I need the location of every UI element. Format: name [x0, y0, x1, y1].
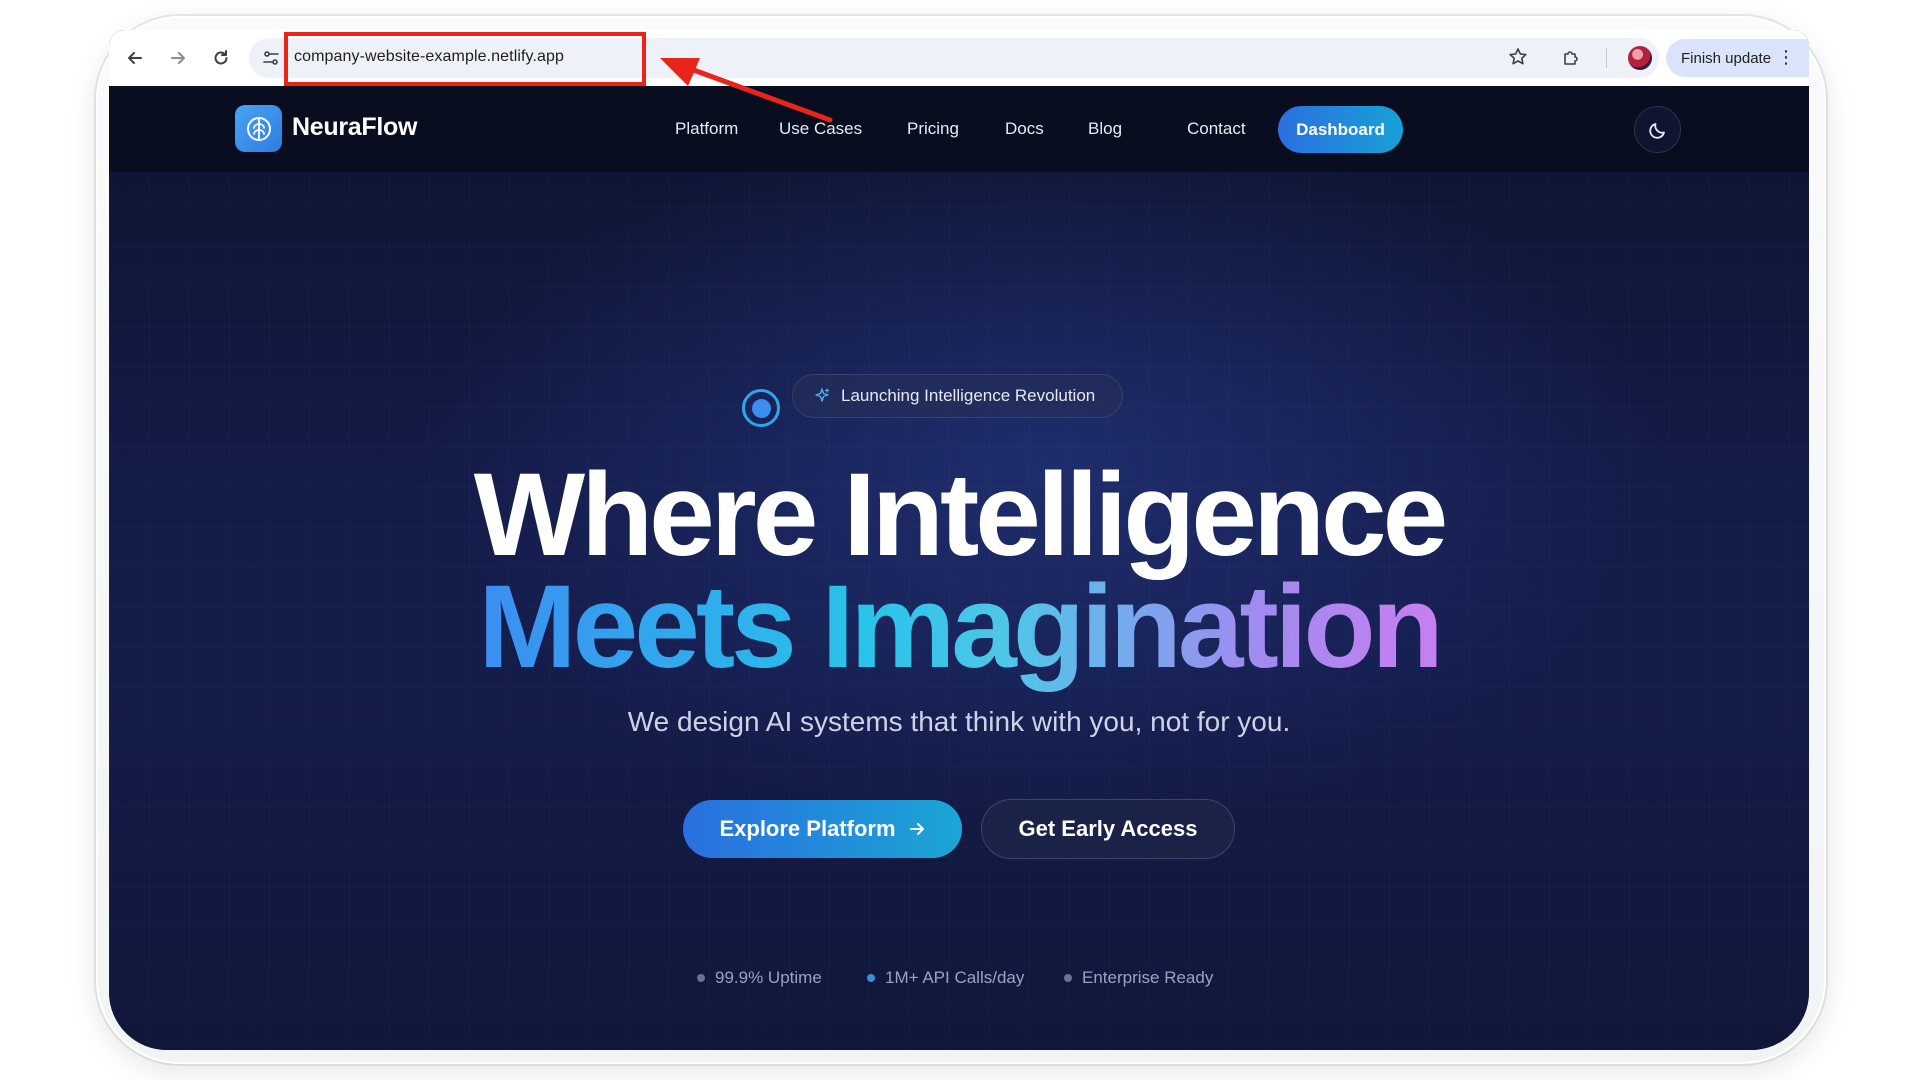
pulse-indicator-icon [742, 389, 780, 427]
badge-text: Launching Intelligence Revolution [841, 386, 1096, 405]
announcement-badge[interactable]: Launching Intelligence Revolution [792, 374, 1123, 418]
back-arrow-icon[interactable] [121, 44, 149, 72]
finish-update-button[interactable]: Finish update ⋮ [1666, 39, 1809, 77]
dashboard-button[interactable]: Dashboard [1278, 106, 1403, 153]
nav-item-platform[interactable]: Platform [675, 119, 738, 139]
reload-icon[interactable] [207, 44, 235, 72]
status-dot [867, 974, 875, 982]
stat-api-calls: 1M+ API Calls/day [867, 968, 1024, 988]
browser-toolbar: company-website-example.netlify.app Fini… [109, 30, 1809, 86]
stat-enterprise: Enterprise Ready [1064, 968, 1213, 988]
nav-item-docs[interactable]: Docs [1005, 119, 1044, 139]
stat-label: 1M+ API Calls/day [885, 968, 1025, 987]
brand-name[interactable]: NeuraFlow [292, 113, 417, 142]
explore-platform-button[interactable]: Explore Platform [683, 800, 962, 858]
headline-line-2: Meets Imagination [109, 568, 1809, 686]
star-icon[interactable] [1505, 44, 1531, 70]
nav-item-pricing[interactable]: Pricing [907, 119, 959, 139]
status-dot [1064, 974, 1072, 982]
sparkle-icon [813, 387, 831, 405]
arrow-right-icon [908, 820, 926, 838]
avatar[interactable] [1628, 46, 1652, 70]
webpage: NeuraFlow Platform Use Cases Pricing Doc… [109, 86, 1809, 1050]
nav-item-blog[interactable]: Blog [1088, 119, 1122, 139]
url-annotation-box [284, 32, 646, 86]
stat-uptime: 99.9% Uptime [697, 968, 822, 988]
nav-item-use-cases[interactable]: Use Cases [779, 119, 862, 139]
hero-subtitle: We design AI systems that think with you… [627, 706, 1291, 737]
explore-platform-label: Explore Platform [719, 816, 896, 841]
status-dot [697, 974, 705, 982]
browser-window: company-website-example.netlify.app Fini… [109, 30, 1809, 1050]
get-early-access-button[interactable]: Get Early Access [981, 799, 1235, 859]
stat-label: 99.9% Uptime [715, 968, 822, 987]
moon-icon[interactable] [1634, 106, 1681, 153]
finish-update-label: Finish update [1681, 49, 1772, 67]
site-header: NeuraFlow Platform Use Cases Pricing Doc… [109, 86, 1809, 172]
site-settings-icon[interactable] [259, 46, 283, 70]
toolbar-divider [1606, 48, 1607, 68]
headline-gradient-text: Meets Imagination [478, 561, 1443, 693]
puzzle-icon[interactable] [1557, 44, 1585, 72]
headline-line-1: Where Intelligence [473, 449, 1449, 581]
stat-label: Enterprise Ready [1082, 968, 1214, 987]
more-vertical-icon[interactable]: ⋮ [1777, 48, 1795, 66]
nav-item-contact[interactable]: Contact [1187, 119, 1246, 139]
brain-logo-icon[interactable] [235, 105, 282, 152]
forward-arrow-icon[interactable] [164, 44, 192, 72]
